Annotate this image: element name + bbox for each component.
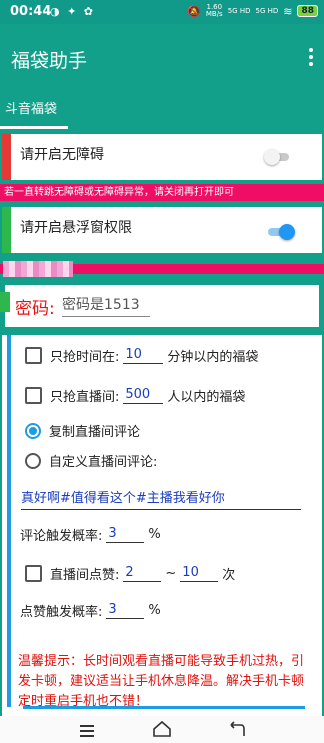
panel-left-border [7,335,11,707]
password-input[interactable]: 密码是1513 [62,294,150,317]
side-tag [0,292,10,312]
like-row: 直播间点赞: 2 ~ 10 次 [25,564,235,583]
like-max-input[interactable]: 10 [180,565,219,582]
comment-probability-input[interactable]: 3 [106,526,145,543]
password-card: 密码: 密码是1513 [2,282,322,330]
warning-banner: 若一直转跳无障碍或无障碍异常，请关闭再打开即可 [0,184,324,201]
like-min-input[interactable]: 2 [123,565,162,582]
password-label: 密码: [15,299,55,319]
back-icon[interactable] [228,720,246,738]
viewer-limit-checkbox[interactable] [25,387,42,404]
copy-comment-radio[interactable] [25,422,41,439]
like-probability-input[interactable]: 3 [106,602,145,619]
time-limit-input[interactable]: 10 [123,347,164,364]
card-status-bar [2,134,11,180]
accessibility-label: 请开启无障碍 [20,147,104,163]
status-time: 00:44 [10,4,52,19]
like-checkbox[interactable] [25,565,42,582]
system-nav-bar [0,716,324,743]
time-limit-row: 只抢时间在: 10 分钟以内的福袋 [25,346,258,365]
warm-tip: 温馨提示：长时间观看直播可能导致手机过热，引发卡顿，建议适当让手机休息降温。解决… [18,654,305,709]
comment-probability-row: 评论触发概率: 3 % [20,526,161,544]
tab-douyin-lucky-bag[interactable]: 斗音福袋 [5,98,57,117]
wifi-icon: ≋ [283,4,293,18]
home-icon[interactable] [152,720,172,738]
signal-icon-2: 5G HD [255,7,279,15]
custom-comment-radio[interactable] [25,452,41,469]
status-right: 🔕 1.60 MB/s 5G HD 5G HD ≋ 88 [187,4,318,18]
app-bar: 福袋助手 [0,24,324,90]
custom-comment-input[interactable]: 真好啊#值得看这个#主播我看好你 [21,487,301,510]
app-title: 福袋助手 [11,50,88,72]
time-limit-checkbox[interactable] [25,347,42,364]
menu-icon[interactable] [80,725,94,740]
tab-indicator [0,126,68,129]
accessibility-toggle[interactable] [264,149,290,165]
like-probability-row: 点赞触发概率: 3 % [20,602,161,620]
notification-icons: ◑ ✦ ✿ [50,5,96,18]
overlay-permission-toggle[interactable] [268,224,296,240]
mute-icon: 🔕 [187,4,201,18]
net-speed: 1.60 MB/s [205,3,223,18]
copy-comment-row[interactable]: 复制直播间评论 [25,421,140,440]
viewer-limit-input[interactable]: 500 [123,387,164,404]
pixelated-text [3,261,73,277]
signal-icon: 5G HD [227,7,251,15]
battery-icon: 88 [297,5,318,17]
more-vert-icon[interactable] [308,48,314,66]
overlay-permission-label: 请开启悬浮窗权限 [20,220,132,236]
custom-comment-row[interactable]: 自定义直播间评论: [25,451,157,470]
status-bar: 00:44 ◑ ✦ ✿ 🔕 1.60 MB/s 5G HD 5G HD ≋ 88 [0,0,324,24]
viewer-limit-row: 只抢直播间: 500 人以内的福袋 [25,386,245,405]
card-status-bar [2,207,11,253]
